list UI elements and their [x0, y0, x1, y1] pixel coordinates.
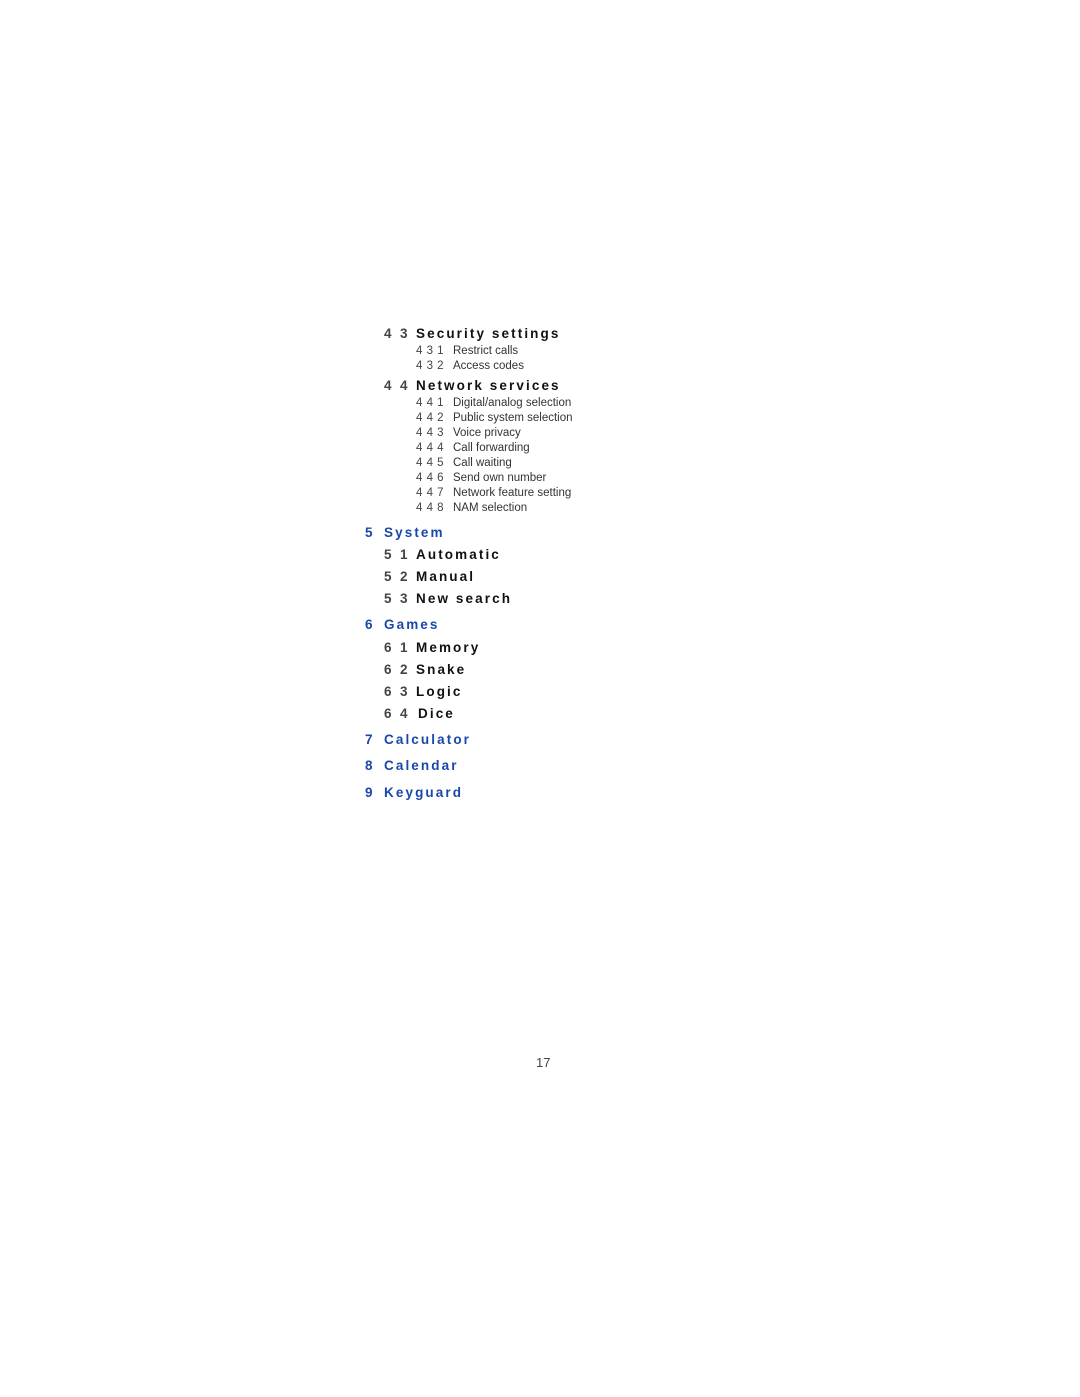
- menu-item-call-forwarding: 4 4 4 Call forwarding: [416, 442, 530, 454]
- menu-item-logic: 6 3 Logic: [384, 684, 463, 699]
- menu-heading-network-services: 4 4 Network services: [384, 378, 561, 393]
- menu-item-voice-privacy: 4 4 3 Voice privacy: [416, 427, 521, 439]
- menu-item-new-search: 5 3 New search: [384, 591, 513, 606]
- menu-item-access-codes: 4 3 2 Access codes: [416, 360, 524, 372]
- menu-heading-keyguard: 9 Keyguard: [365, 785, 464, 800]
- menu-item-memory: 6 1 Memory: [384, 640, 481, 655]
- menu-item-call-waiting: 4 4 5 Call waiting: [416, 457, 512, 469]
- menu-item-nam-selection: 4 4 8 NAM selection: [416, 502, 528, 514]
- menu-item-digital-analog-selection: 4 4 1 Digital/analog selection: [416, 397, 572, 409]
- menu-item-dice: 6 4 Dice: [384, 706, 455, 721]
- menu-structure: 4 3 Security settings 4 3 1 Restrict calls …: [0, 0, 1080, 1397]
- menu-item-public-system-selection: 4 4 2 Public system selection: [416, 412, 573, 424]
- menu-item-manual: 5 2 Manual: [384, 569, 476, 584]
- menu-item-network-feature-setting: 4 4 7 Network feature setting: [416, 487, 572, 499]
- menu-heading-games: 6 Games: [365, 617, 440, 632]
- menu-heading-system: 5 System: [365, 525, 445, 540]
- page-number: 17: [536, 1055, 551, 1070]
- menu-heading-security-settings: 4 3 Security settings: [384, 326, 561, 341]
- menu-item-send-own-number: 4 4 6 Send own number: [416, 472, 547, 484]
- menu-item-restrict-calls: 4 3 1 Restrict calls: [416, 345, 519, 357]
- menu-item-snake: 6 2 Snake: [384, 662, 467, 677]
- menu-heading-calendar: 8 Calendar: [365, 758, 459, 773]
- menu-item-automatic: 5 1 Automatic: [384, 547, 501, 562]
- menu-heading-calculator: 7 Calculator: [365, 732, 472, 747]
